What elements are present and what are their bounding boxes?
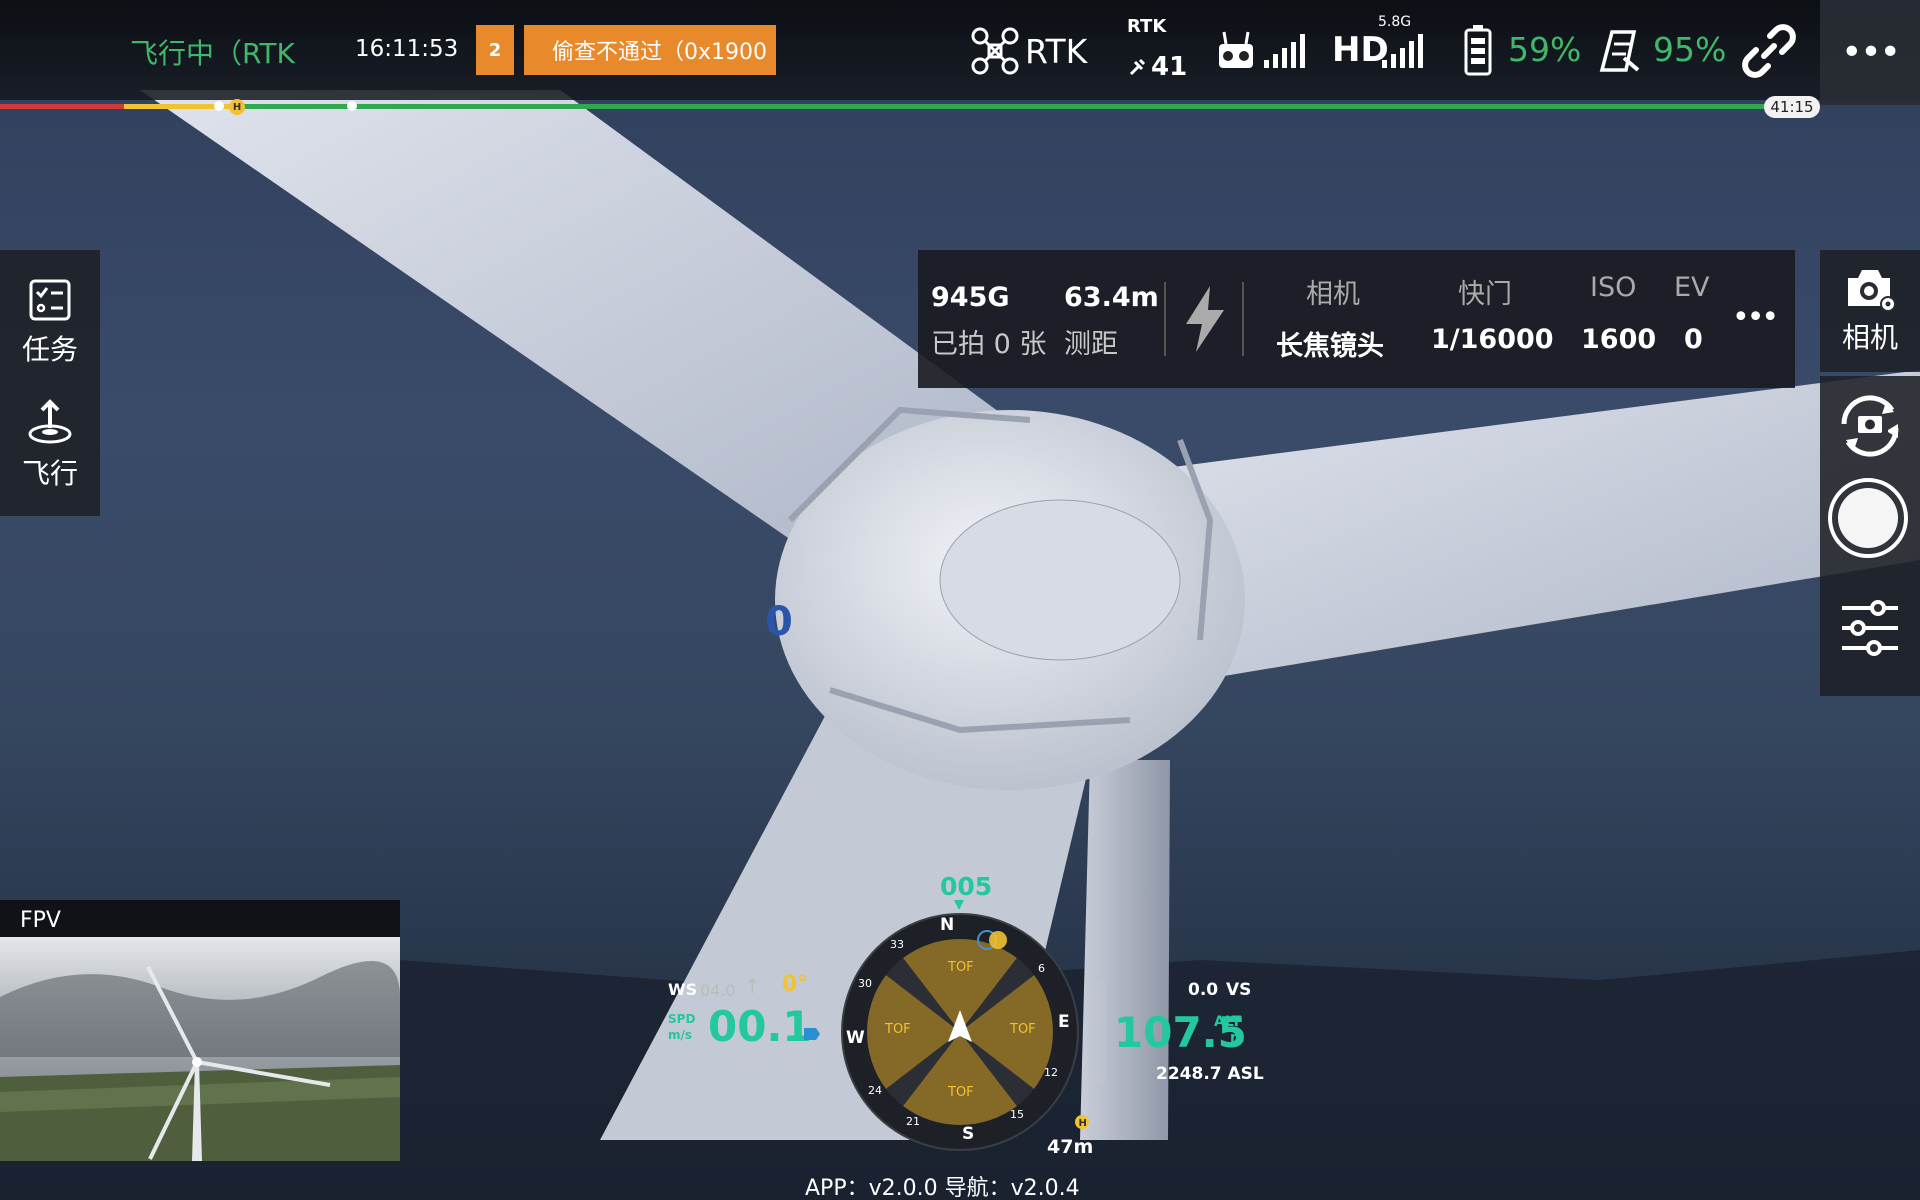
distance-label: 测距 <box>1064 329 1118 360</box>
camera-view: 0 飞行中（RTK 16:11:53 2 偷查不通过（0x1900 RTK RT… <box>0 0 1920 1200</box>
flight-progress-low <box>0 104 124 109</box>
mission-label: 任务 <box>21 333 78 366</box>
compass <box>841 913 1079 1151</box>
speed-unit-top: SPD <box>668 1012 696 1026</box>
satellite-count: 41 <box>1151 52 1188 82</box>
altitude-label: ALT <box>1214 1014 1241 1030</box>
battery-percent: 59% <box>1508 30 1582 69</box>
iso-value[interactable]: 1600 <box>1581 324 1656 355</box>
home-distance: 47m <box>1047 1136 1094 1158</box>
tof-top: TOF <box>948 960 974 975</box>
camera-mode-label: 相机 <box>1841 321 1898 354</box>
fpv-scene <box>0 937 400 1161</box>
compass-tick-21: 21 <box>906 1115 920 1128</box>
flight-time-badge: 41:15 <box>1764 96 1820 118</box>
tof-left: TOF <box>885 1022 911 1037</box>
ev-value[interactable]: 0 <box>1684 324 1703 355</box>
camera-info-panel: 945G 已拍 0 张 63.4m 测距 相机 长焦镜头 快门 1/16000 … <box>918 250 1795 388</box>
tof-right: TOF <box>1010 1022 1036 1037</box>
compass-tick-15: 15 <box>1010 1108 1024 1121</box>
wind-speed: 04.0 <box>700 981 736 1000</box>
compass-tick-6: 6 <box>1038 962 1045 975</box>
rtk-small-label: RTK <box>1127 16 1167 37</box>
shutter-button[interactable] <box>1828 478 1908 558</box>
flight-button[interactable]: 飞行 <box>0 398 100 492</box>
more-menu-button[interactable]: ••• <box>1820 0 1920 105</box>
vertical-speed-label: VS <box>1226 980 1252 1000</box>
speed-unit-bottom: m/s <box>668 1028 693 1042</box>
fpv-view[interactable] <box>0 937 400 1161</box>
speed-indicator-icon <box>804 1028 820 1040</box>
controller-icon[interactable] <box>1216 28 1256 72</box>
home-marker: H <box>229 99 245 115</box>
compass-tick-24: 24 <box>868 1084 882 1097</box>
shutter-icon <box>1838 488 1898 548</box>
camera-value[interactable]: 长焦镜头 <box>1276 324 1384 363</box>
asl-value: 2248.7 ASL <box>1156 1064 1264 1084</box>
aircraft-icon <box>971 27 1019 75</box>
fpv-label[interactable]: FPV <box>20 908 61 933</box>
rc-battery-icon[interactable] <box>1598 28 1644 74</box>
link-icon[interactable] <box>1742 24 1796 78</box>
settings-sliders-icon[interactable] <box>1838 598 1902 658</box>
wind-direction-icon: ↑ <box>744 974 761 998</box>
vertical-speed: 0.0 <box>1188 980 1219 1000</box>
signal-icon <box>1264 34 1305 68</box>
compass-tick-30: 30 <box>858 977 872 990</box>
home-point-icon: H <box>1075 1115 1089 1129</box>
svg-text:0: 0 <box>765 599 793 645</box>
flight-status[interactable]: 飞行中（RTK <box>130 32 295 72</box>
altitude-unit: m <box>1230 1030 1245 1046</box>
flight-progress-track <box>0 104 1790 109</box>
hd-signal-icon <box>1382 34 1423 68</box>
camera-mode-panel[interactable]: 相机 <box>1820 250 1920 372</box>
battery-icon[interactable] <box>1464 24 1492 76</box>
storage-value: 945G <box>931 282 1010 313</box>
divider <box>1242 282 1244 356</box>
rtk-label[interactable]: RTK <box>1025 32 1087 71</box>
camera-switch-icon[interactable] <box>1832 390 1908 460</box>
compass-e: E <box>1058 1012 1070 1032</box>
rc-battery-percent: 95% <box>1653 30 1727 69</box>
progress-dot <box>214 101 224 111</box>
distance-value: 63.4m <box>1064 282 1159 313</box>
takeoff-icon <box>28 399 72 444</box>
flight-label: 飞行 <box>21 457 78 490</box>
shutter-header: 快门 <box>1458 279 1512 310</box>
camera-more-button[interactable]: ••• <box>1732 300 1779 335</box>
camera-header: 相机 <box>1306 279 1360 310</box>
altitude-scale <box>1098 982 1106 1082</box>
top-status-bar: 飞行中（RTK 16:11:53 2 偷查不通过（0x1900 RTK RTK … <box>0 0 1920 100</box>
checklist-icon <box>29 279 71 321</box>
left-panel: 任务 飞行 <box>0 250 100 516</box>
satellite-icon <box>1129 58 1146 76</box>
mission-button[interactable]: 任务 <box>0 278 100 368</box>
compass-w: W <box>846 1028 865 1048</box>
heading-value: 005 <box>940 872 993 901</box>
version-info: APP：v2.0.0 导航：v2.0.4 <box>805 1176 1080 1200</box>
photos-taken: 已拍 0 张 <box>931 329 1047 360</box>
divider <box>1164 282 1166 356</box>
iso-header: ISO <box>1590 272 1637 303</box>
gimbal-angle: 0° <box>782 972 809 997</box>
hd-band: 5.8G <box>1378 14 1412 30</box>
ev-header: EV <box>1674 272 1710 303</box>
compass-n: N <box>940 915 955 935</box>
compass-s: S <box>962 1124 975 1144</box>
flash-icon[interactable] <box>1180 284 1230 354</box>
warning-count-badge[interactable]: 2 <box>476 25 514 75</box>
clock: 16:11:53 <box>355 36 459 62</box>
svg-text:H: H <box>1079 1118 1087 1129</box>
compass-tick-12: 12 <box>1044 1066 1058 1079</box>
camera-settings-icon <box>1848 270 1896 312</box>
warning-message[interactable]: 偷查不通过（0x1900 <box>524 25 776 75</box>
tof-bottom: TOF <box>948 1085 974 1100</box>
speed-value: 00.1 <box>708 1002 812 1051</box>
compass-tick-33: 33 <box>890 938 904 951</box>
wind-label: WS <box>668 980 698 999</box>
progress-dot <box>347 101 357 111</box>
shutter-value[interactable]: 1/16000 <box>1431 324 1554 355</box>
